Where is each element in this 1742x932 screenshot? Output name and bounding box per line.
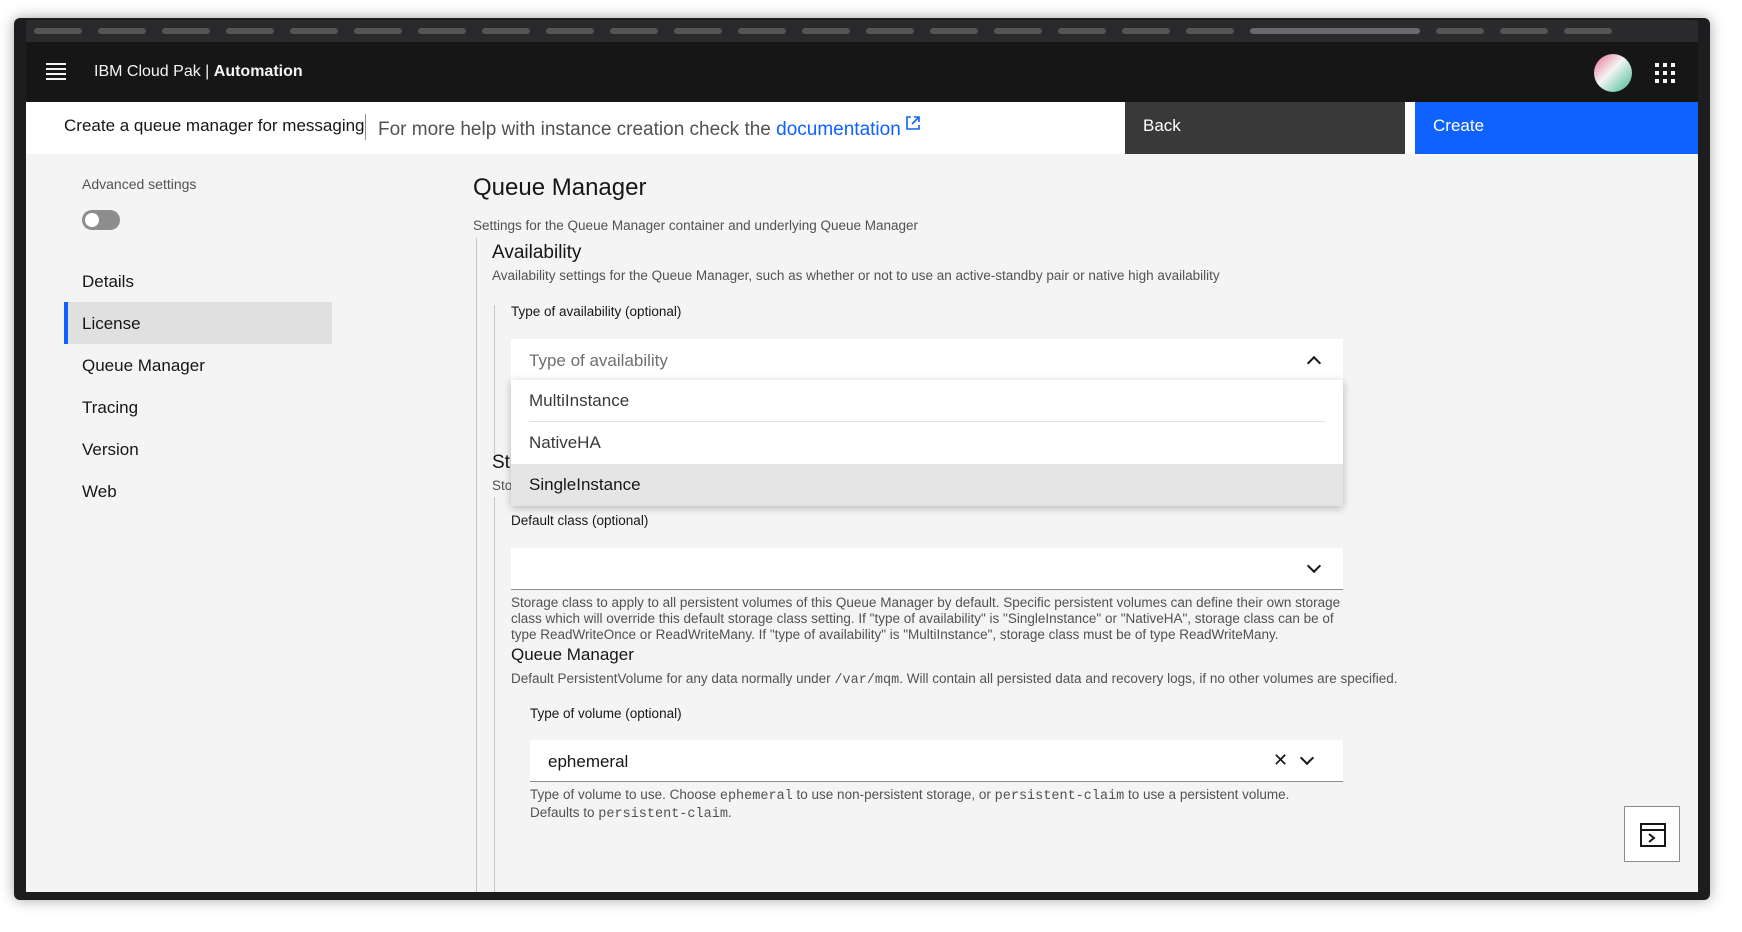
sidebar-item-queue-manager[interactable]: Queue Manager bbox=[64, 344, 332, 386]
volume-type-help: Type of volume to use. Choose ephemeral … bbox=[530, 787, 1290, 822]
default-class-dropdown[interactable] bbox=[511, 548, 1343, 590]
default-class-label: Default class (optional) bbox=[511, 513, 649, 528]
volume-type-value: ephemeral bbox=[548, 752, 629, 771]
page-title: Create a queue manager for messaging bbox=[64, 116, 365, 135]
availability-type-label: Type of availability (optional) bbox=[511, 304, 682, 319]
availability-title: Availability bbox=[492, 242, 582, 263]
external-link-icon bbox=[905, 116, 920, 130]
section-rule bbox=[476, 238, 477, 892]
terminal-panel-icon[interactable] bbox=[1624, 806, 1680, 862]
chevron-up-icon bbox=[1306, 355, 1322, 371]
hamburger-icon[interactable] bbox=[44, 60, 68, 84]
advanced-settings-toggle[interactable] bbox=[82, 210, 120, 230]
section-title: Queue Manager bbox=[473, 174, 647, 201]
volume-type-label: Type of volume (optional) bbox=[530, 706, 682, 721]
availability-type-placeholder: Type of availability bbox=[529, 351, 668, 370]
clear-icon[interactable]: ✕ bbox=[1273, 750, 1288, 771]
top-header: IBM Cloud Pak | Automation bbox=[26, 42, 1698, 102]
sidebar-nav: Details License Queue Manager Tracing Ve… bbox=[64, 260, 332, 512]
app-switcher-icon[interactable] bbox=[1652, 60, 1676, 84]
sidebar-item-details[interactable]: Details bbox=[64, 260, 332, 302]
chevron-down-icon bbox=[1299, 750, 1315, 766]
availability-description: Availability settings for the Queue Mana… bbox=[492, 268, 1220, 283]
documentation-link[interactable]: documentation bbox=[776, 119, 901, 140]
availability-type-dropdown[interactable]: Type of availability bbox=[511, 339, 1343, 381]
browser-tab-strip bbox=[26, 20, 1698, 42]
back-button[interactable]: Back bbox=[1125, 102, 1405, 154]
create-button[interactable]: Create bbox=[1415, 102, 1698, 154]
sidebar-item-version[interactable]: Version bbox=[64, 428, 332, 470]
queue-manager-volume-title: Queue Manager bbox=[511, 645, 634, 664]
volume-type-dropdown[interactable]: ephemeral ✕ bbox=[530, 740, 1343, 782]
default-class-help: Storage class to apply to all persistent… bbox=[511, 595, 1341, 642]
availability-options-menu: MultiInstance NativeHA SingleInstance bbox=[511, 380, 1343, 506]
product-name: IBM Cloud Pak | Automation bbox=[94, 63, 303, 80]
app-screen: IBM Cloud Pak | Automation Create a queu… bbox=[26, 42, 1698, 892]
title-divider bbox=[365, 114, 366, 140]
sidebar-item-license[interactable]: License bbox=[64, 302, 332, 344]
chevron-down-icon bbox=[1306, 558, 1322, 574]
option-multiinstance[interactable]: MultiInstance bbox=[511, 380, 1343, 422]
queue-manager-volume-description: Default PersistentVolume for any data no… bbox=[511, 671, 1398, 688]
advanced-settings-label: Advanced settings bbox=[82, 176, 197, 192]
sidebar-item-tracing[interactable]: Tracing bbox=[64, 386, 332, 428]
avatar[interactable] bbox=[1594, 54, 1632, 92]
help-text: For more help with instance creation che… bbox=[378, 115, 921, 141]
option-nativeha[interactable]: NativeHA bbox=[511, 422, 1343, 464]
section-subtitle: Settings for the Queue Manager container… bbox=[473, 218, 919, 233]
storage-description: Sto bbox=[492, 478, 513, 493]
sidebar-item-web[interactable]: Web bbox=[64, 470, 332, 512]
subsection-rule bbox=[494, 305, 495, 455]
subsection-rule bbox=[494, 497, 495, 892]
option-singleinstance[interactable]: SingleInstance bbox=[511, 464, 1343, 506]
storage-title: St bbox=[492, 452, 510, 473]
